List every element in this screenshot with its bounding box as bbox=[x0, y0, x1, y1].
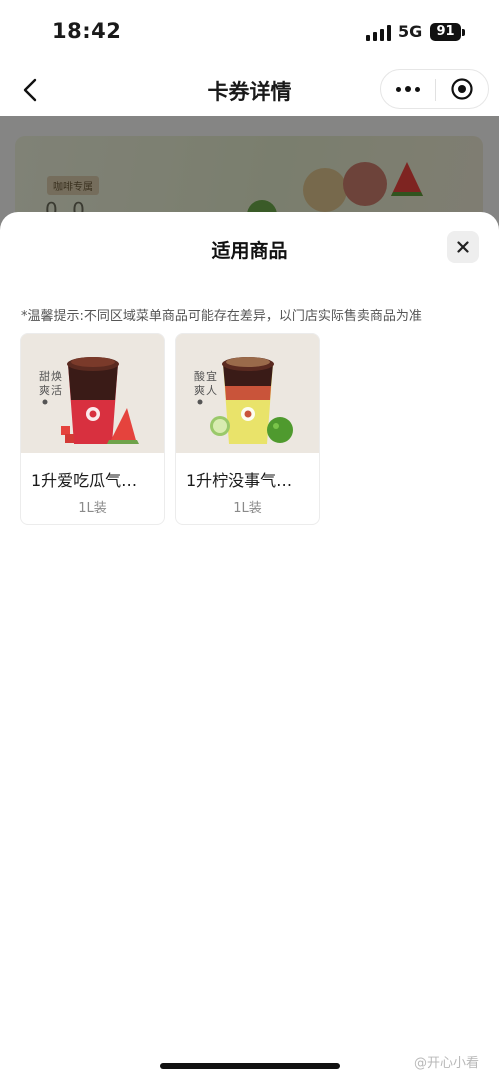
applicable-products-sheet: 适用商品 *温馨提示:不同区域菜单商品可能存在差异，以门店实际售卖商品为准 甜 … bbox=[0, 212, 499, 1080]
more-button[interactable] bbox=[381, 70, 435, 108]
product-side-text: 焕 bbox=[51, 369, 62, 383]
product-card[interactable]: 酸 爽 宜 人 1升柠没事气… 1L装 bbox=[175, 333, 320, 525]
home-indicator[interactable] bbox=[160, 1063, 340, 1069]
target-circle-icon bbox=[451, 78, 473, 100]
product-image: 酸 爽 宜 人 bbox=[176, 334, 319, 453]
product-side-text: 人 bbox=[206, 384, 217, 397]
product-side-text: 宜 bbox=[206, 369, 217, 383]
close-icon bbox=[457, 241, 469, 253]
lime-drink-image: 酸 爽 宜 人 bbox=[176, 334, 319, 453]
product-side-text: 酸 bbox=[194, 369, 205, 383]
product-side-text: 活 bbox=[51, 384, 62, 397]
mini-program-capsule bbox=[380, 69, 489, 109]
signal-icon bbox=[366, 25, 392, 41]
product-side-text: 爽 bbox=[39, 384, 50, 397]
watermark: @开心小看 bbox=[414, 1056, 480, 1071]
sheet-close-button[interactable] bbox=[447, 231, 479, 263]
network-type: 5G bbox=[398, 22, 423, 41]
product-name: 1升柠没事气… bbox=[186, 471, 293, 490]
watermelon-drink-image: 甜 爽 焕 活 bbox=[21, 334, 164, 453]
product-side-text: 甜 bbox=[39, 370, 50, 383]
close-mini-program-button[interactable] bbox=[436, 70, 488, 108]
nav-bar: 卡券详情 bbox=[0, 64, 499, 116]
battery-tip bbox=[462, 29, 465, 36]
product-spec: 1L装 bbox=[78, 501, 107, 516]
notice-text: *温馨提示:不同区域菜单商品可能存在差异，以门店实际售卖商品为准 bbox=[21, 309, 422, 324]
product-name: 1升爱吃瓜气… bbox=[31, 471, 138, 490]
product-image: 甜 爽 焕 活 bbox=[21, 334, 164, 453]
status-time: 18:42 bbox=[52, 19, 122, 43]
battery-icon: 91 bbox=[430, 23, 461, 41]
status-bar: 18:42 5G 91 bbox=[0, 0, 499, 64]
sheet-title: 适用商品 bbox=[211, 240, 288, 262]
product-card[interactable]: 甜 爽 焕 活 1升爱吃瓜气… 1L装 bbox=[20, 333, 165, 525]
product-side-text: 爽 bbox=[194, 384, 205, 397]
product-spec: 1L装 bbox=[233, 501, 262, 516]
more-dots-icon bbox=[396, 86, 401, 92]
